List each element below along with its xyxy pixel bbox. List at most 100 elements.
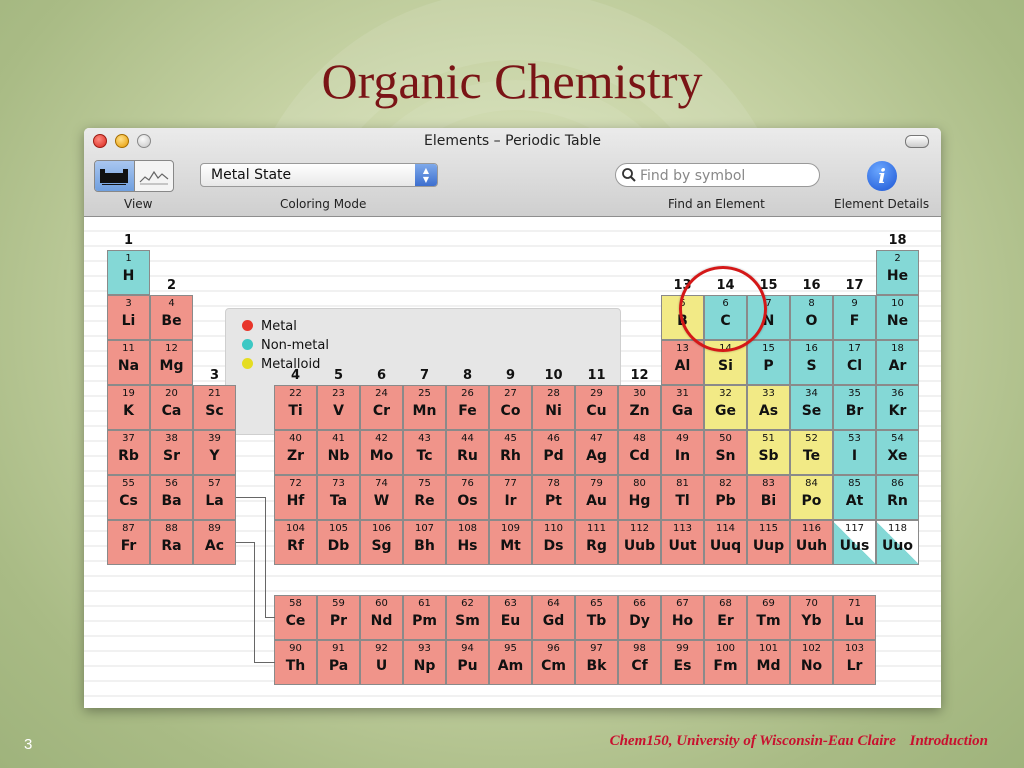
element-cell-fe[interactable]: 26 Fe xyxy=(446,385,489,430)
element-cell-na[interactable]: 11 Na xyxy=(107,340,150,385)
element-cell-ca[interactable]: 20 Ca xyxy=(150,385,193,430)
element-cell-ga[interactable]: 31 Ga xyxy=(661,385,704,430)
element-cell-fr[interactable]: 87 Fr xyxy=(107,520,150,565)
element-cell-re[interactable]: 75 Re xyxy=(403,475,446,520)
element-cell-te[interactable]: 52 Te xyxy=(790,430,833,475)
element-cell-sm[interactable]: 62 Sm xyxy=(446,595,489,640)
element-cell-rh[interactable]: 45 Rh xyxy=(489,430,532,475)
element-cell-se[interactable]: 34 Se xyxy=(790,385,833,430)
element-cell-ba[interactable]: 56 Ba xyxy=(150,475,193,520)
element-cell-gd[interactable]: 64 Gd xyxy=(532,595,575,640)
element-cell-db[interactable]: 105 Db xyxy=(317,520,360,565)
element-cell-sr[interactable]: 38 Sr xyxy=(150,430,193,475)
element-cell-ge[interactable]: 32 Ge xyxy=(704,385,747,430)
element-cell-as[interactable]: 33 As xyxy=(747,385,790,430)
view-graph-button[interactable] xyxy=(135,161,174,191)
element-cell-uus[interactable]: 117 Uus xyxy=(833,520,876,565)
element-cell-tl[interactable]: 81 Tl xyxy=(661,475,704,520)
element-cell-h[interactable]: 1H xyxy=(107,250,150,295)
element-cell-rb[interactable]: 37 Rb xyxy=(107,430,150,475)
element-cell-v[interactable]: 23 V xyxy=(317,385,360,430)
element-cell-sc[interactable]: 21 Sc xyxy=(193,385,236,430)
element-cell-uup[interactable]: 115 Uup xyxy=(747,520,790,565)
element-cell-rn[interactable]: 86 Rn xyxy=(876,475,919,520)
element-cell-s[interactable]: 16 S xyxy=(790,340,833,385)
element-cell-uub[interactable]: 112 Uub xyxy=(618,520,661,565)
element-cell-i[interactable]: 53 I xyxy=(833,430,876,475)
element-cell-md[interactable]: 101 Md xyxy=(747,640,790,685)
element-cell-ru[interactable]: 44 Ru xyxy=(446,430,489,475)
element-cell-kr[interactable]: 36 Kr xyxy=(876,385,919,430)
element-cell-xe[interactable]: 54 Xe xyxy=(876,430,919,475)
element-cell-zr[interactable]: 40 Zr xyxy=(274,430,317,475)
search-input[interactable] xyxy=(638,166,812,186)
element-cell-cr[interactable]: 24 Cr xyxy=(360,385,403,430)
element-cell-ne[interactable]: 10 Ne xyxy=(876,295,919,340)
element-cell-br[interactable]: 35 Br xyxy=(833,385,876,430)
element-cell-pm[interactable]: 61 Pm xyxy=(403,595,446,640)
element-cell-pb[interactable]: 82 Pb xyxy=(704,475,747,520)
element-cell-mo[interactable]: 42 Mo xyxy=(360,430,403,475)
element-cell-tc[interactable]: 43 Tc xyxy=(403,430,446,475)
element-cell-pu[interactable]: 94 Pu xyxy=(446,640,489,685)
element-cell-o[interactable]: 8O xyxy=(790,295,833,340)
element-cell-hg[interactable]: 80 Hg xyxy=(618,475,661,520)
element-cell-cm[interactable]: 96 Cm xyxy=(532,640,575,685)
element-cell-mg[interactable]: 12 Mg xyxy=(150,340,193,385)
element-cell-cf[interactable]: 98 Cf xyxy=(618,640,661,685)
toolbar-toggle-button[interactable] xyxy=(905,135,929,148)
element-cell-yb[interactable]: 70 Yb xyxy=(790,595,833,640)
element-cell-li[interactable]: 3 Li xyxy=(107,295,150,340)
element-cell-cd[interactable]: 48 Cd xyxy=(618,430,661,475)
element-cell-tm[interactable]: 69 Tm xyxy=(747,595,790,640)
element-cell-hs[interactable]: 108 Hs xyxy=(446,520,489,565)
element-cell-pr[interactable]: 59 Pr xyxy=(317,595,360,640)
element-cell-uut[interactable]: 113 Uut xyxy=(661,520,704,565)
element-cell-ra[interactable]: 88 Ra xyxy=(150,520,193,565)
element-cell-he[interactable]: 2 He xyxy=(876,250,919,295)
element-cell-er[interactable]: 68 Er xyxy=(704,595,747,640)
element-cell-au[interactable]: 79 Au xyxy=(575,475,618,520)
element-cell-f[interactable]: 9F xyxy=(833,295,876,340)
element-cell-cu[interactable]: 29 Cu xyxy=(575,385,618,430)
element-cell-pt[interactable]: 78 Pt xyxy=(532,475,575,520)
element-cell-tb[interactable]: 65 Tb xyxy=(575,595,618,640)
element-cell-ni[interactable]: 28 Ni xyxy=(532,385,575,430)
element-cell-la[interactable]: 57 La xyxy=(193,475,236,520)
element-cell-ag[interactable]: 47 Ag xyxy=(575,430,618,475)
element-cell-sb[interactable]: 51 Sb xyxy=(747,430,790,475)
element-cell-ar[interactable]: 18 Ar xyxy=(876,340,919,385)
element-cell-ti[interactable]: 22 Ti xyxy=(274,385,317,430)
element-cell-be[interactable]: 4 Be xyxy=(150,295,193,340)
element-cell-mn[interactable]: 25 Mn xyxy=(403,385,446,430)
element-cell-bk[interactable]: 97 Bk xyxy=(575,640,618,685)
element-cell-sn[interactable]: 50 Sn xyxy=(704,430,747,475)
element-cell-bh[interactable]: 107 Bh xyxy=(403,520,446,565)
element-cell-nd[interactable]: 60 Nd xyxy=(360,595,403,640)
element-cell-al[interactable]: 13 Al xyxy=(661,340,704,385)
info-icon[interactable]: i xyxy=(867,161,897,191)
element-cell-mt[interactable]: 109 Mt xyxy=(489,520,532,565)
element-cell-cl[interactable]: 17 Cl xyxy=(833,340,876,385)
element-cell-nb[interactable]: 41 Nb xyxy=(317,430,360,475)
element-cell-po[interactable]: 84 Po xyxy=(790,475,833,520)
element-cell-co[interactable]: 27 Co xyxy=(489,385,532,430)
element-cell-no[interactable]: 102 No xyxy=(790,640,833,685)
element-cell-cs[interactable]: 55 Cs xyxy=(107,475,150,520)
element-cell-hf[interactable]: 72 Hf xyxy=(274,475,317,520)
view-table-button[interactable] xyxy=(95,161,135,191)
element-cell-rg[interactable]: 111 Rg xyxy=(575,520,618,565)
element-cell-np[interactable]: 93 Np xyxy=(403,640,446,685)
element-cell-ds[interactable]: 110 Ds xyxy=(532,520,575,565)
element-cell-at[interactable]: 85 At xyxy=(833,475,876,520)
element-cell-lr[interactable]: 103 Lr xyxy=(833,640,876,685)
element-cell-uuh[interactable]: 116 Uuh xyxy=(790,520,833,565)
element-cell-bi[interactable]: 83 Bi xyxy=(747,475,790,520)
element-cell-u[interactable]: 92 U xyxy=(360,640,403,685)
element-cell-dy[interactable]: 66 Dy xyxy=(618,595,661,640)
element-cell-lu[interactable]: 71 Lu xyxy=(833,595,876,640)
element-cell-uuq[interactable]: 114 Uuq xyxy=(704,520,747,565)
element-cell-fm[interactable]: 100 Fm xyxy=(704,640,747,685)
element-cell-rf[interactable]: 104 Rf xyxy=(274,520,317,565)
element-cell-zn[interactable]: 30 Zn xyxy=(618,385,661,430)
